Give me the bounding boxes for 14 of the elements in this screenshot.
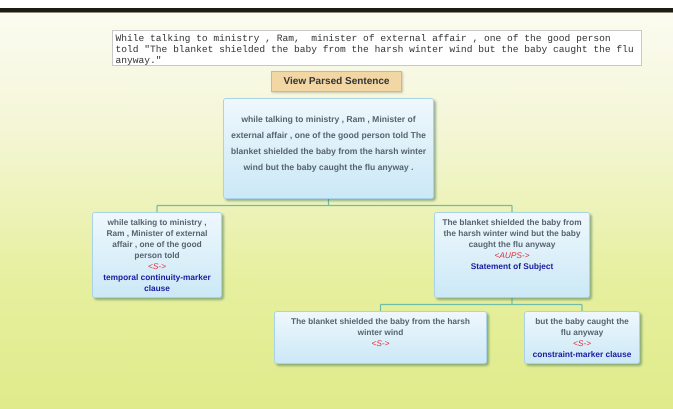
view-parsed-button[interactable]: View Parsed Sentence — [270, 71, 402, 92]
node-relation: constraint-marker clause — [532, 349, 632, 360]
node-tag: <S-> — [573, 338, 591, 349]
node-text: but the baby caught the flu anyway — [534, 316, 630, 338]
node-text: The blanket shielded the baby from the harsh winter wind — [290, 316, 471, 338]
node-relation: Statement of Subject — [470, 261, 554, 272]
node-tag: <AUPS-> — [494, 250, 530, 261]
sentence-field[interactable]: While talking to ministry , Ram, minister of external affair , one of the good person told "The blanket shielded the baby from the harsh winter wind but the baby caught the flu anyway." — [112, 30, 642, 66]
node-relation: temporal continuity-marker clause — [102, 272, 212, 294]
node-tag: <S-> — [148, 261, 166, 272]
node-text: while talking to ministry , Ram , Minister of external affair , one of the good person told — [106, 217, 208, 261]
node-text: while talking to ministry , Ram , Minister of external affair , one of the good person told The blanket shielded the baby from the harsh winter wind but the baby caught the flu anyway . — [230, 113, 428, 174]
node-tag: <S-> — [372, 338, 390, 349]
node-text: The blanket shielded the baby from the harsh winter wind but the baby caught the flu anyway — [441, 217, 583, 250]
